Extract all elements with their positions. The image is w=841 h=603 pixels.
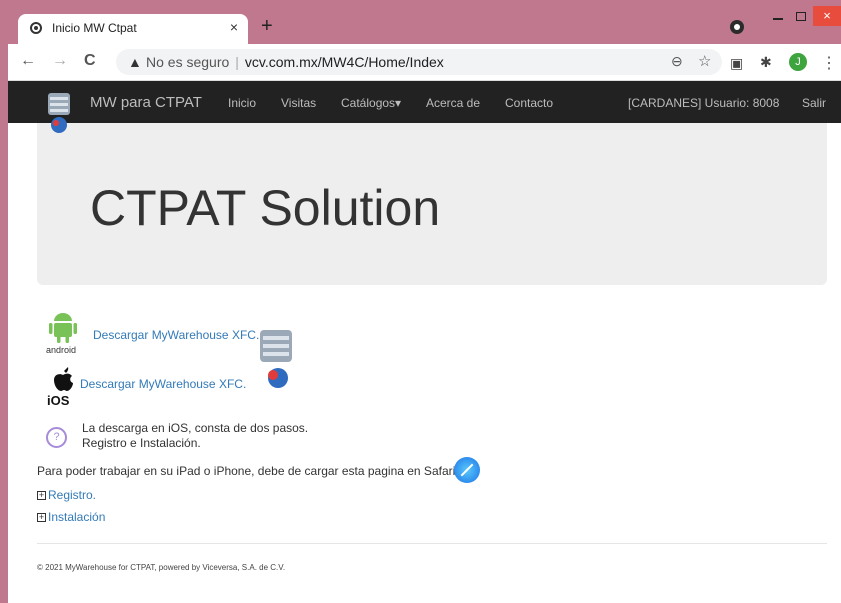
footer-text: © 2021 MyWarehouse for CTPAT, powered by…	[37, 563, 286, 572]
back-button[interactable]: ←	[20, 52, 36, 70]
reload-button[interactable]: C	[84, 52, 96, 70]
nav-link-inicio[interactable]: Inicio	[228, 96, 256, 110]
tab-close-button[interactable]: ×	[230, 19, 238, 35]
user-info[interactable]: [CARDANES] Usuario: 8008	[628, 96, 779, 110]
zoom-icon[interactable]: ⊖	[671, 53, 683, 70]
brand-title[interactable]: MW para CTPAT	[90, 94, 202, 111]
ios-info-line1: La descarga en iOS, consta de dos pasos.	[82, 421, 309, 435]
maximize-button[interactable]	[791, 8, 811, 24]
minimize-button[interactable]	[768, 8, 788, 24]
page-title: CTPAT Solution	[90, 180, 441, 236]
more-menu-icon[interactable]: ⋮	[821, 53, 837, 73]
mywarehouse-logo-icon	[260, 330, 292, 388]
download-android-link[interactable]: Descargar MyWarehouse XFC.	[93, 328, 259, 342]
forward-button[interactable]: →	[52, 52, 68, 70]
expand-icon: +	[37, 490, 46, 500]
bookmark-star-icon[interactable]: ☆	[698, 52, 711, 70]
nav-link-acerca[interactable]: Acerca de	[426, 96, 480, 110]
new-tab-button[interactable]: +	[261, 16, 273, 36]
address-bar[interactable]: ▲ No es seguro | vcv.com.mx/MW4C/Home/Inde…	[116, 49, 722, 75]
extension-icon[interactable]: ▣	[730, 55, 743, 72]
safari-note: Para poder trabajar en su iPad o iPhone,…	[37, 464, 459, 478]
mywarehouse-logo-icon[interactable]	[46, 89, 72, 135]
globe-icon	[30, 22, 42, 34]
warning-icon[interactable]: ▲	[128, 54, 142, 70]
android-icon: android	[46, 313, 77, 355]
chrome-menu-icon[interactable]	[730, 20, 744, 34]
browser-toolbar: ← → C ▲ No es seguro | vcv.com.mx/MW4C/Hom…	[8, 44, 841, 81]
address-text: No es seguro | vcv.com.mx/MW4C/Home/Index	[146, 54, 444, 70]
android-wordmark: android	[46, 345, 76, 355]
puzzle-icon[interactable]: ✱	[760, 54, 772, 71]
tab-strip: Inicio MW Ctpat × + ×	[8, 6, 841, 44]
download-ios-link[interactable]: Descargar MyWarehouse XFC.	[80, 377, 246, 391]
jumbotron: CTPAT Solution	[37, 123, 827, 285]
url-text: vcv.com.mx/MW4C/Home/Index	[244, 54, 444, 70]
profile-avatar[interactable]: J	[789, 53, 807, 71]
instalacion-link[interactable]: Instalación	[48, 510, 105, 524]
close-window-button[interactable]: ×	[813, 6, 841, 26]
security-label: No es seguro	[146, 54, 230, 70]
ios-info-line2: Registro e Instalación.	[82, 436, 201, 450]
help-icon: ?	[46, 427, 67, 448]
nav-link-catalogos[interactable]: Catálogos▾	[341, 96, 401, 110]
safari-icon	[454, 457, 480, 483]
registro-link[interactable]: Registro.	[48, 488, 96, 502]
registro-toggle[interactable]: + Registro.	[37, 488, 96, 502]
ios-wordmark: iOS	[47, 393, 70, 406]
instalacion-toggle[interactable]: + Instalación	[37, 510, 105, 524]
browser-tab[interactable]: Inicio MW Ctpat ×	[18, 14, 248, 44]
logout-link[interactable]: Salir	[802, 96, 826, 110]
footer-divider	[37, 543, 827, 544]
tab-title: Inicio MW Ctpat	[52, 21, 137, 35]
nav-link-visitas[interactable]: Visitas	[281, 96, 316, 110]
expand-icon: +	[37, 512, 46, 522]
site-navbar: MW para CTPAT Inicio Visitas Catálogos▾ …	[8, 81, 841, 133]
ios-info: La descarga en iOS, consta de dos pasos.…	[82, 421, 308, 451]
apple-icon: iOS	[47, 367, 73, 406]
nav-link-contacto[interactable]: Contacto	[505, 96, 553, 110]
browser-window: Inicio MW Ctpat × + × ← → C ▲ No es segu…	[8, 6, 841, 603]
